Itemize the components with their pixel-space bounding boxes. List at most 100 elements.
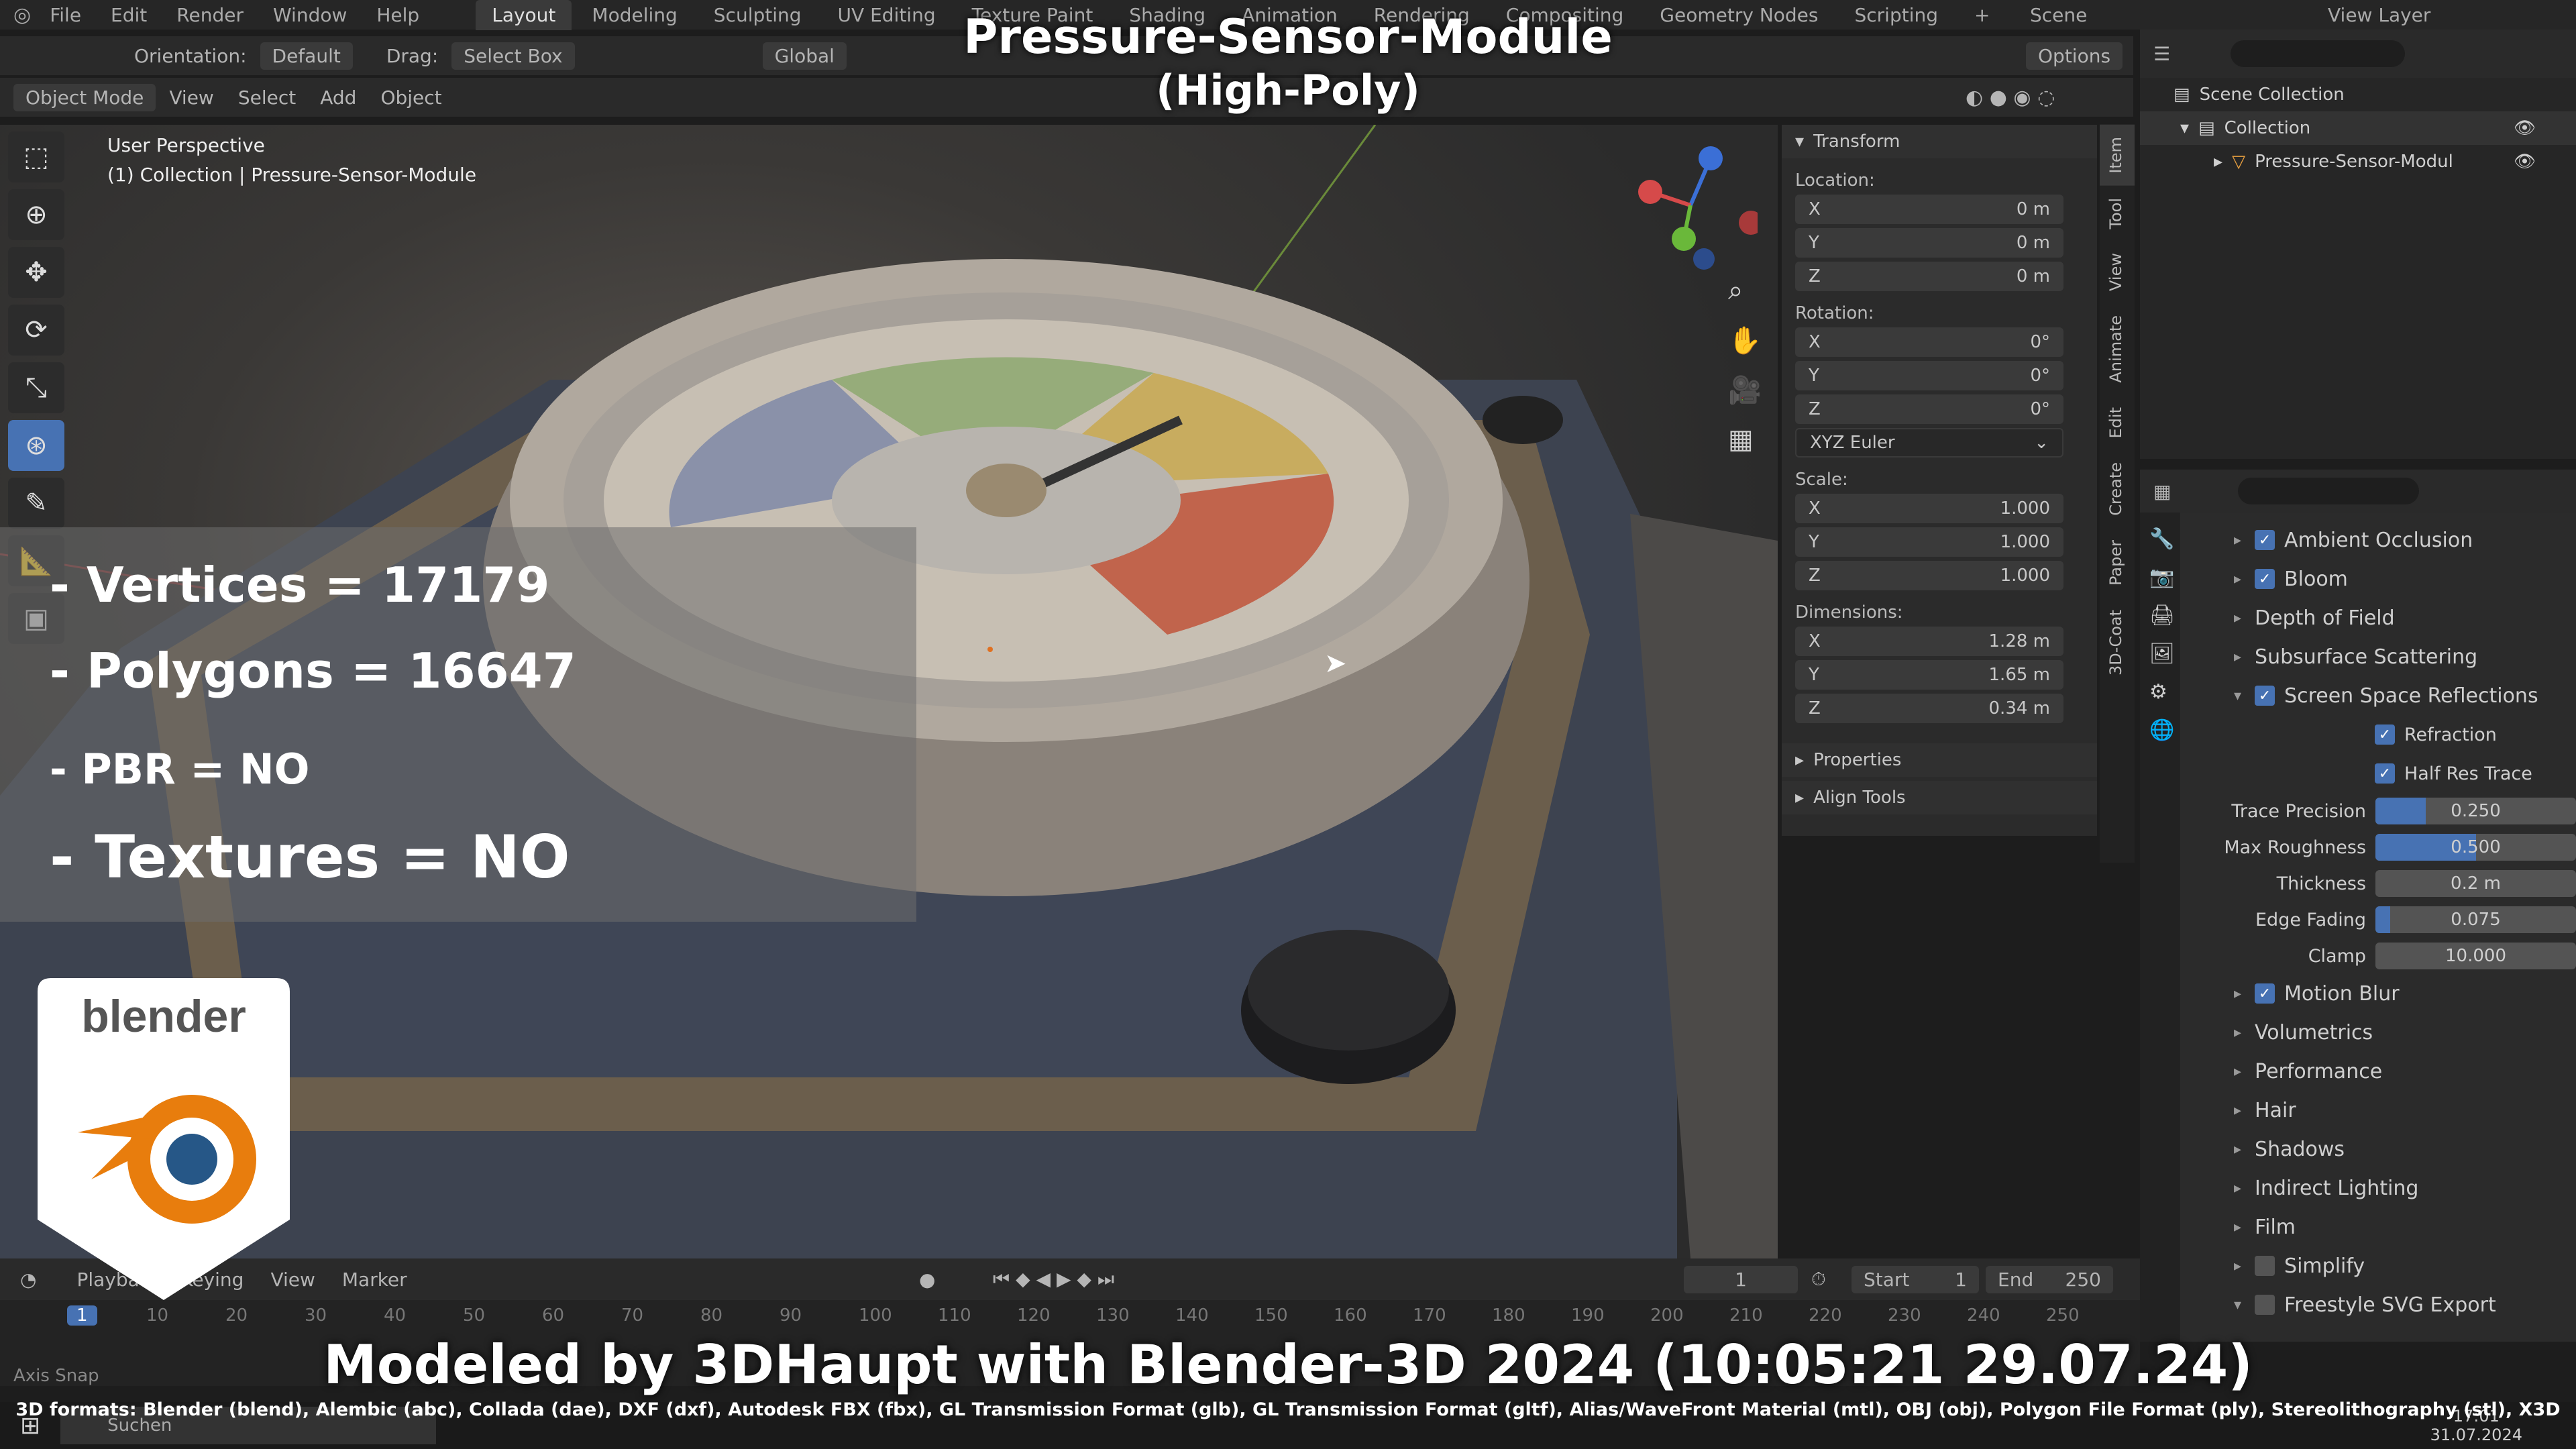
eye-icon[interactable]: 👁 <box>2514 118 2536 138</box>
half-res-trace-row[interactable]: ✓ Half Res Trace <box>2180 754 2576 793</box>
checkbox-checked-icon[interactable]: ✓ <box>2255 983 2275 1004</box>
tab-view[interactable]: View <box>2100 241 2135 303</box>
collapse-arrow-icon: ▾ <box>1795 131 1805 152</box>
scale-tool-icon[interactable]: ⤡ <box>8 362 64 413</box>
properties-type-icon[interactable]: ▦ <box>2153 480 2171 502</box>
location-y-field[interactable]: Y 0 m <box>1795 228 2063 258</box>
dimensions-z-field[interactable]: Z 0.34 m <box>1795 694 2063 723</box>
max-roughness-slider[interactable]: 0.500 <box>2375 834 2576 861</box>
field-value: 0° <box>2030 399 2050 419</box>
checkbox-checked-icon[interactable]: ✓ <box>2375 724 2395 745</box>
marker-menu[interactable]: Marker <box>342 1269 407 1291</box>
thickness-field[interactable]: 0.2 m <box>2375 870 2576 897</box>
location-z-field[interactable]: Z 0 m <box>1795 262 2063 291</box>
annotate-tool-icon[interactable]: ✎ <box>8 478 64 529</box>
dimensions-y-field[interactable]: Y 1.65 m <box>1795 660 2063 690</box>
tab-create[interactable]: Create <box>2100 450 2135 528</box>
timeline-tick: 70 <box>621 1305 644 1326</box>
checkbox-checked-icon[interactable]: ✓ <box>2255 569 2275 589</box>
expand-arrow-icon: ▸ <box>1795 750 1805 770</box>
grid-perspective-icon[interactable]: ▦ <box>1728 424 1754 455</box>
eye-icon[interactable]: 👁 <box>2514 152 2536 172</box>
scene-props-icon[interactable]: ⚙ <box>2149 680 2171 704</box>
stopwatch-icon[interactable]: ⏱ <box>1811 1268 1826 1291</box>
tab-3d-coat[interactable]: 3D-Coat <box>2100 598 2135 688</box>
zoom-icon[interactable]: ⌕ <box>1728 275 1743 306</box>
simplify-row[interactable]: ▸ Simplify <box>2180 1246 2576 1285</box>
pan-hand-icon[interactable]: ✋ <box>1728 325 1762 356</box>
rotation-mode-dropdown[interactable]: XYZ Euler ⌄ <box>1795 428 2063 458</box>
checkbox-checked-icon[interactable]: ✓ <box>2255 686 2275 706</box>
outliner-collection[interactable]: ▾ ▤ Collection 👁 <box>2140 111 2576 145</box>
camera-icon[interactable]: 🎥 <box>1728 374 1762 406</box>
align-tools-section[interactable]: ▸ Align Tools <box>1782 781 2097 814</box>
tool-props-icon[interactable]: 🔧 <box>2149 527 2174 551</box>
scale-z-field[interactable]: Z 1.000 <box>1795 561 2063 590</box>
edge-fading-slider[interactable]: 0.075 <box>2375 906 2576 933</box>
freestyle-svg-row[interactable]: ▾ Freestyle SVG Export <box>2180 1285 2576 1324</box>
film-row[interactable]: ▸ Film <box>2180 1208 2576 1246</box>
cursor-tool-icon[interactable]: ⊕ <box>8 189 64 240</box>
rotation-y-field[interactable]: Y 0° <box>1795 361 2063 390</box>
indirect-lighting-row[interactable]: ▸ Indirect Lighting <box>2180 1169 2576 1208</box>
view-layer-props-icon[interactable]: 🖼 <box>2149 642 2175 665</box>
screen-space-reflections-row[interactable]: ▾ ✓ Screen Space Reflections <box>2180 676 2576 715</box>
axis-label: Z <box>1809 698 1821 718</box>
editor-type-icon[interactable]: ◔ <box>20 1269 36 1291</box>
bloom-label: Bloom <box>2284 567 2348 591</box>
current-frame-field[interactable]: 1 <box>1684 1265 1798 1293</box>
half-res-label: Half Res Trace <box>2404 763 2532 784</box>
checkbox-unchecked-icon[interactable] <box>2255 1256 2275 1276</box>
select-box-tool-icon[interactable]: ⬚ <box>8 131 64 182</box>
collection-icon: ▤ <box>2198 118 2215 138</box>
bloom-row[interactable]: ▸ ✓ Bloom <box>2180 559 2576 598</box>
motion-blur-row[interactable]: ▸ ✓ Motion Blur <box>2180 974 2576 1013</box>
tab-tool[interactable]: Tool <box>2100 186 2135 241</box>
volumetrics-row[interactable]: ▸ Volumetrics <box>2180 1013 2576 1052</box>
sidebar-tabs: Item Tool View Animate Edit Create Paper… <box>2100 125 2135 863</box>
hair-row[interactable]: ▸ Hair <box>2180 1091 2576 1130</box>
world-props-icon[interactable]: 🌐 <box>2149 718 2174 742</box>
scale-y-field[interactable]: Y 1.000 <box>1795 527 2063 557</box>
transform-header[interactable]: ▾ Transform <box>1782 125 2097 158</box>
tab-paper[interactable]: Paper <box>2100 528 2135 598</box>
move-tool-icon[interactable]: ✥ <box>8 247 64 298</box>
properties-search-input[interactable] <box>2238 478 2420 504</box>
trace-precision-slider[interactable]: 0.250 <box>2375 798 2576 824</box>
location-x-field[interactable]: X 0 m <box>1795 195 2063 224</box>
hair-label: Hair <box>2255 1098 2296 1122</box>
expand-arrow-icon: ▸ <box>2234 570 2242 588</box>
checkbox-unchecked-icon[interactable] <box>2255 1295 2275 1315</box>
transform-tool-icon[interactable]: ⊛ <box>8 420 64 471</box>
checkbox-checked-icon[interactable]: ✓ <box>2375 763 2395 784</box>
playback-controls-icon[interactable]: ⏮ ◆ ◀ ▶ ◆ ⏭ <box>993 1268 1114 1291</box>
end-frame-field[interactable]: End 250 <box>1986 1265 2113 1293</box>
performance-row[interactable]: ▸ Performance <box>2180 1052 2576 1091</box>
shadows-row[interactable]: ▸ Shadows <box>2180 1130 2576 1169</box>
axis-label: Y <box>1809 233 1819 253</box>
refraction-row[interactable]: ✓ Refraction <box>2180 715 2576 754</box>
rotation-z-field[interactable]: Z 0° <box>1795 394 2063 424</box>
tab-animate[interactable]: Animate <box>2100 303 2135 395</box>
tab-item[interactable]: Item <box>2100 125 2135 186</box>
checkbox-checked-icon[interactable]: ✓ <box>2255 530 2275 550</box>
timeline-ruler[interactable]: 1 10 20 30 40 50 60 70 80 90 100 110 120 130 140 150 160… <box>0 1305 2140 1335</box>
thickness-label: Thickness <box>2276 873 2367 894</box>
outliner-object[interactable]: ▸ ▽ Pressure-Sensor-Modul 👁 <box>2140 145 2576 178</box>
render-props-icon[interactable]: 📷 <box>2149 566 2174 589</box>
rotation-x-field[interactable]: X 0° <box>1795 327 2063 357</box>
output-props-icon[interactable]: 🖨 <box>2149 604 2175 627</box>
dimensions-x-field[interactable]: X 1.28 m <box>1795 627 2063 656</box>
rotate-tool-icon[interactable]: ⟳ <box>8 305 64 356</box>
depth-of-field-row[interactable]: ▸ Depth of Field <box>2180 598 2576 637</box>
properties-section[interactable]: ▸ Properties <box>1782 743 2097 777</box>
start-value: 1 <box>1955 1268 1967 1291</box>
subsurface-scattering-row[interactable]: ▸ Subsurface Scattering <box>2180 637 2576 676</box>
navigation-gizmo[interactable] <box>1623 138 1758 272</box>
scale-x-field[interactable]: X 1.000 <box>1795 494 2063 523</box>
record-icon[interactable]: ● <box>919 1269 935 1291</box>
start-frame-field[interactable]: Start 1 <box>1851 1265 1979 1293</box>
ambient-occlusion-row[interactable]: ▸ ✓ Ambient Occlusion <box>2180 521 2576 559</box>
tab-edit[interactable]: Edit <box>2100 395 2135 450</box>
clamp-field[interactable]: 10.000 <box>2375 943 2576 969</box>
